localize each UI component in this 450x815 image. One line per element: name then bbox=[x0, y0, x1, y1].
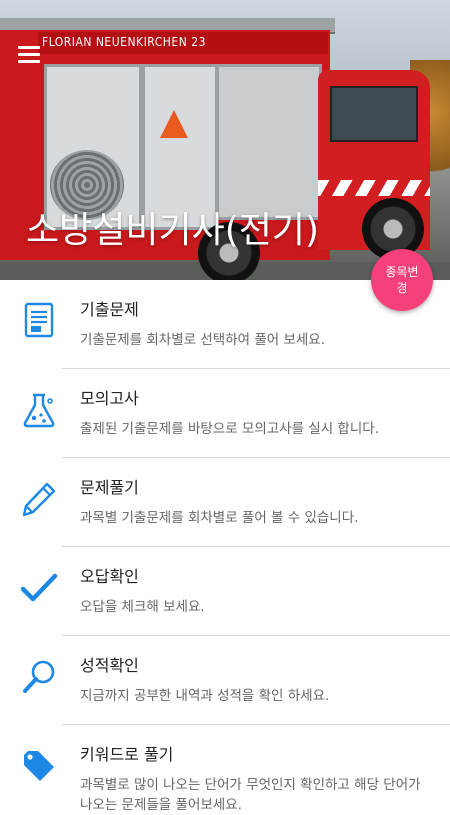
menu-list: 기출문제 기출문제를 회차별로 선택하여 풀어 보세요. 모의고사 출제된 기출… bbox=[0, 280, 450, 814]
cab-stripe bbox=[318, 180, 430, 196]
menu-item-description: 과목별 기출문제를 회차별로 풀어 볼 수 있습니다. bbox=[80, 510, 359, 526]
traffic-cone bbox=[160, 110, 188, 138]
menu-item-title: 오답확인 bbox=[80, 567, 139, 586]
menu-item-title: 성적확인 bbox=[80, 656, 139, 675]
truck-lettering: FLORIAN NEUENKIRCHEN 23 bbox=[42, 35, 206, 49]
menu-item-description: 기출문제를 회차별로 선택하여 풀어 보세요. bbox=[80, 332, 326, 348]
menu-item-title: 키워드로 풀기 bbox=[80, 745, 174, 764]
menu-item-grades[interactable]: 성적확인 지금까지 공부한 내역과 성적을 확인 하세요. bbox=[0, 636, 450, 725]
menu-item-title: 기출문제 bbox=[80, 300, 139, 319]
equipment-compartment bbox=[216, 64, 322, 220]
menu-item-title: 문제풀기 bbox=[80, 478, 139, 497]
document-list-icon bbox=[24, 302, 54, 338]
menu-item-keyword-solve[interactable]: 키워드로 풀기 과목별로 많이 나오는 단어가 무엇인지 확인하고 해당 단어가… bbox=[0, 725, 450, 814]
tag-icon bbox=[24, 751, 54, 781]
menu-item-description: 출제된 기출문제를 바탕으로 모의고사를 실시 합니다. bbox=[80, 421, 379, 437]
change-subject-button[interactable]: 종목변경 bbox=[371, 249, 433, 311]
menu-item-description: 지금까지 공부한 내역과 성적을 확인 하세요. bbox=[80, 688, 330, 704]
page-title: 소방설비기사(전기) bbox=[26, 210, 320, 251]
flask-icon bbox=[23, 393, 55, 428]
menu-item-wrong-answers[interactable]: 오답확인 오답을 체크해 보세요. bbox=[0, 547, 450, 636]
search-icon bbox=[23, 660, 55, 693]
check-icon bbox=[20, 573, 58, 602]
equipment-compartment bbox=[142, 64, 218, 230]
menu-item-solve-problems[interactable]: 문제풀기 과목별 기출문제를 회차별로 풀어 볼 수 있습니다. bbox=[0, 458, 450, 547]
menu-item-mock-exam[interactable]: 모의고사 출제된 기출문제를 바탕으로 모의고사를 실시 합니다. bbox=[0, 369, 450, 458]
cab-window bbox=[330, 86, 418, 142]
menu-item-description: 과목별로 많이 나오는 단어가 무엇인지 확인하고 해당 단어가 나오는 문제들… bbox=[80, 777, 421, 813]
change-subject-label: 종목변경 bbox=[385, 265, 419, 295]
menu-item-description: 오답을 체크해 보세요. bbox=[80, 599, 205, 615]
menu-icon[interactable] bbox=[18, 46, 40, 64]
header-image: FLORIAN NEUENKIRCHEN 23 소방설비기사(전기) bbox=[0, 0, 450, 280]
menu-item-title: 모의고사 bbox=[80, 389, 139, 408]
pencil-icon bbox=[22, 482, 56, 517]
